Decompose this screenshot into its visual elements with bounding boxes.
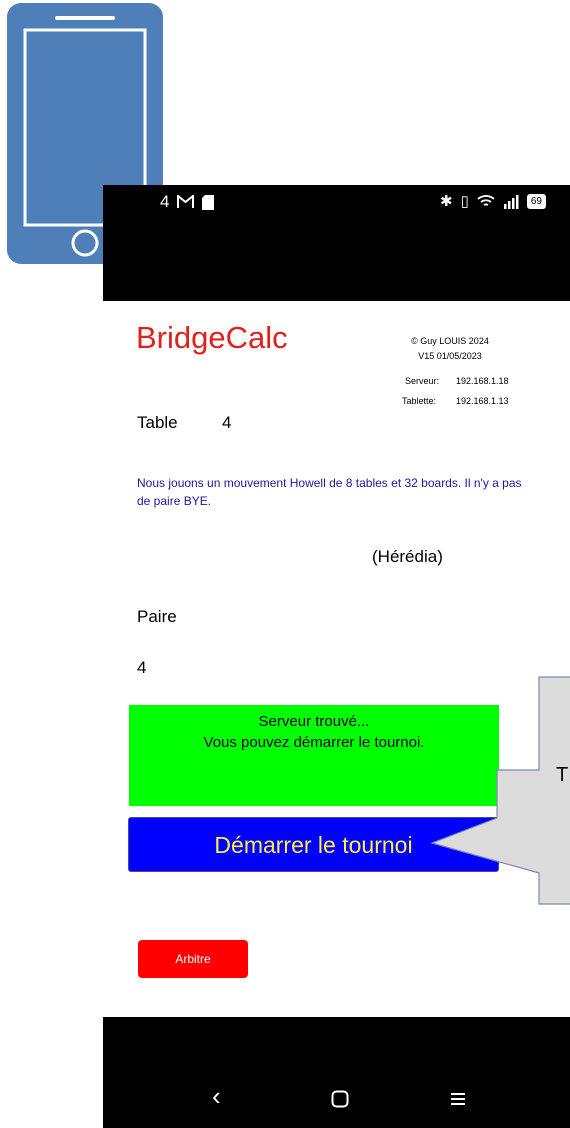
nav-bar [103, 1017, 570, 1128]
copyright-block: © Guy LOUIS 2024 V15 01/05/2023 [395, 334, 505, 364]
server-label: Serveur: [405, 376, 440, 386]
arbiter-button[interactable]: Arbitre [138, 940, 248, 978]
location-text: (Hérédia) [372, 547, 443, 566]
tablet-ip: 192.168.1.13 [456, 396, 509, 406]
vibrate-icon: ▯ [460, 193, 469, 210]
start-tournament-button[interactable]: Démarrer le tournoi [128, 817, 499, 872]
version-text: V15 01/05/2023 [418, 351, 482, 361]
bluetooth-icon: ✱ [440, 193, 453, 210]
sd-card-icon [202, 194, 215, 210]
status-left: 4 [160, 192, 215, 212]
wifi-icon [477, 194, 495, 206]
pair-number: 4 [137, 658, 147, 677]
server-ip: 192.168.1.18 [456, 376, 509, 386]
home-icon[interactable] [331, 1090, 349, 1108]
gmail-icon [177, 195, 195, 208]
table-number: 4 [222, 413, 232, 432]
app-title: BridgeCalc [136, 320, 288, 355]
battery-icon: 69 [526, 193, 546, 209]
pair-label: Paire [137, 607, 177, 626]
server-status-box: Serveur trouvé... Vous pouvez démarrer l… [129, 705, 499, 806]
copyright-text: © Guy LOUIS 2024 [411, 336, 489, 346]
status-right: ✱ ▯ 69 [440, 192, 546, 210]
recents-icon[interactable] [450, 1091, 466, 1107]
status-left-text: 4 [160, 192, 170, 211]
tablet-label: Tablette: [402, 396, 437, 406]
movement-description: Nous jouons un mouvement Howell de 8 tab… [137, 476, 522, 508]
signal-icon [503, 194, 519, 209]
table-label: Table [137, 413, 178, 432]
callout-text: T [556, 764, 569, 786]
server-status-line2: Vous pouvez démarrer le tournoi. [203, 734, 425, 751]
server-status-line1: Serveur trouvé... [258, 713, 370, 730]
back-icon[interactable]: ‹ [212, 1083, 221, 1109]
